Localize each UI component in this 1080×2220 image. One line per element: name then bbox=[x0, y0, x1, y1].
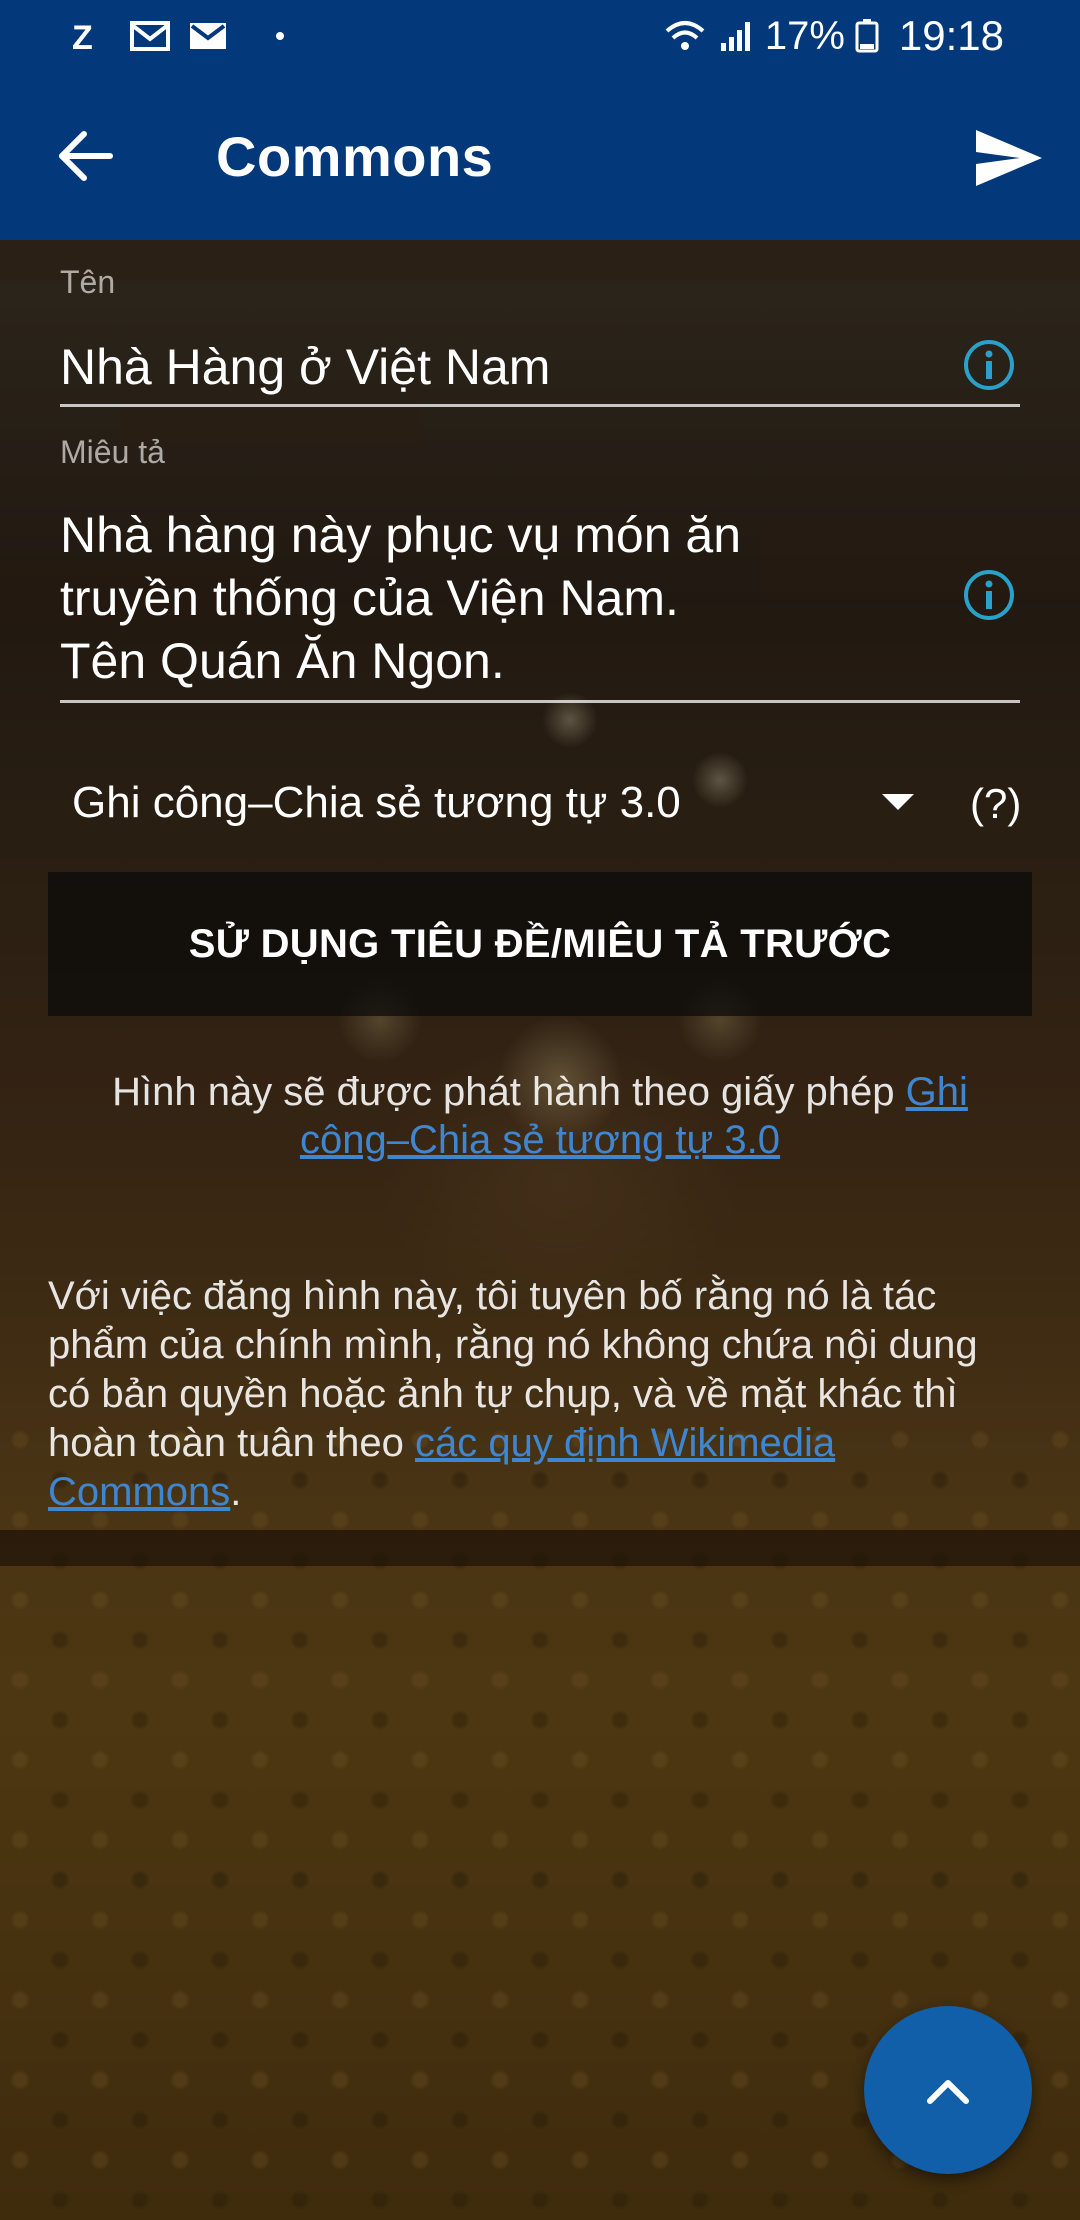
send-icon[interactable] bbox=[974, 128, 1044, 188]
scroll-up-fab[interactable] bbox=[864, 2006, 1032, 2174]
chevron-down-icon[interactable] bbox=[882, 794, 914, 810]
app-toolbar: Commons bbox=[0, 72, 1080, 240]
screen: Z 17% 19:18 Commons Tên Nhà Hàng ở Việt … bbox=[0, 0, 1080, 2220]
signal-icon bbox=[720, 22, 750, 51]
description-line: truyền thống của Viện Nam. bbox=[60, 570, 679, 626]
use-previous-button[interactable]: SỬ DỤNG TIÊU ĐỀ/MIÊU TẢ TRƯỚC bbox=[48, 872, 1032, 1016]
description-label: Miêu tả bbox=[60, 434, 165, 470]
arrow-back-icon[interactable] bbox=[56, 126, 116, 186]
toolbar-title: Commons bbox=[216, 125, 494, 188]
description-line: Tên Quán Ăn Ngon. bbox=[60, 633, 505, 689]
title-label: Tên bbox=[60, 264, 116, 300]
chevron-up-icon bbox=[927, 2080, 969, 2104]
license-selector[interactable]: Ghi công–Chia sẻ tương tự 3.0 (?) bbox=[72, 770, 1021, 834]
upload-declaration: Với việc đăng hình này, tôi tuyên bố rằn… bbox=[48, 1272, 1008, 1517]
notification-dot-icon bbox=[276, 32, 284, 40]
status-bar: Z 17% 19:18 bbox=[0, 0, 1080, 72]
title-input-underline bbox=[60, 404, 1020, 407]
description-line: Nhà hàng này phục vụ món ăn bbox=[60, 507, 742, 563]
battery-icon bbox=[855, 19, 879, 53]
gmail-icon bbox=[190, 23, 226, 49]
clock: 19:18 bbox=[898, 12, 1004, 59]
license-help-link[interactable]: (?) bbox=[970, 780, 1021, 828]
description-input[interactable]: Nhà hàng này phục vụ món ăn truyền thống… bbox=[60, 504, 741, 693]
z-tv-icon: Z bbox=[72, 19, 93, 53]
license-notice-text: Hình này sẽ được phát hành theo giấy phé… bbox=[112, 1070, 906, 1114]
description-info-icon[interactable] bbox=[962, 568, 1016, 622]
title-input[interactable]: Nhà Hàng ở Việt Nam bbox=[60, 336, 550, 399]
title-info-icon[interactable] bbox=[962, 338, 1016, 392]
battery-percent: 17% bbox=[764, 13, 845, 58]
mail-icon bbox=[130, 21, 170, 51]
svg-text:Z: Z bbox=[72, 19, 93, 53]
description-input-underline bbox=[60, 700, 1020, 703]
wifi-icon bbox=[665, 21, 705, 50]
declaration-suffix: . bbox=[230, 1470, 242, 1514]
license-notice: Hình này sẽ được phát hành theo giấy phé… bbox=[70, 1068, 1010, 1164]
license-selected-value: Ghi công–Chia sẻ tương tự 3.0 bbox=[72, 778, 681, 827]
